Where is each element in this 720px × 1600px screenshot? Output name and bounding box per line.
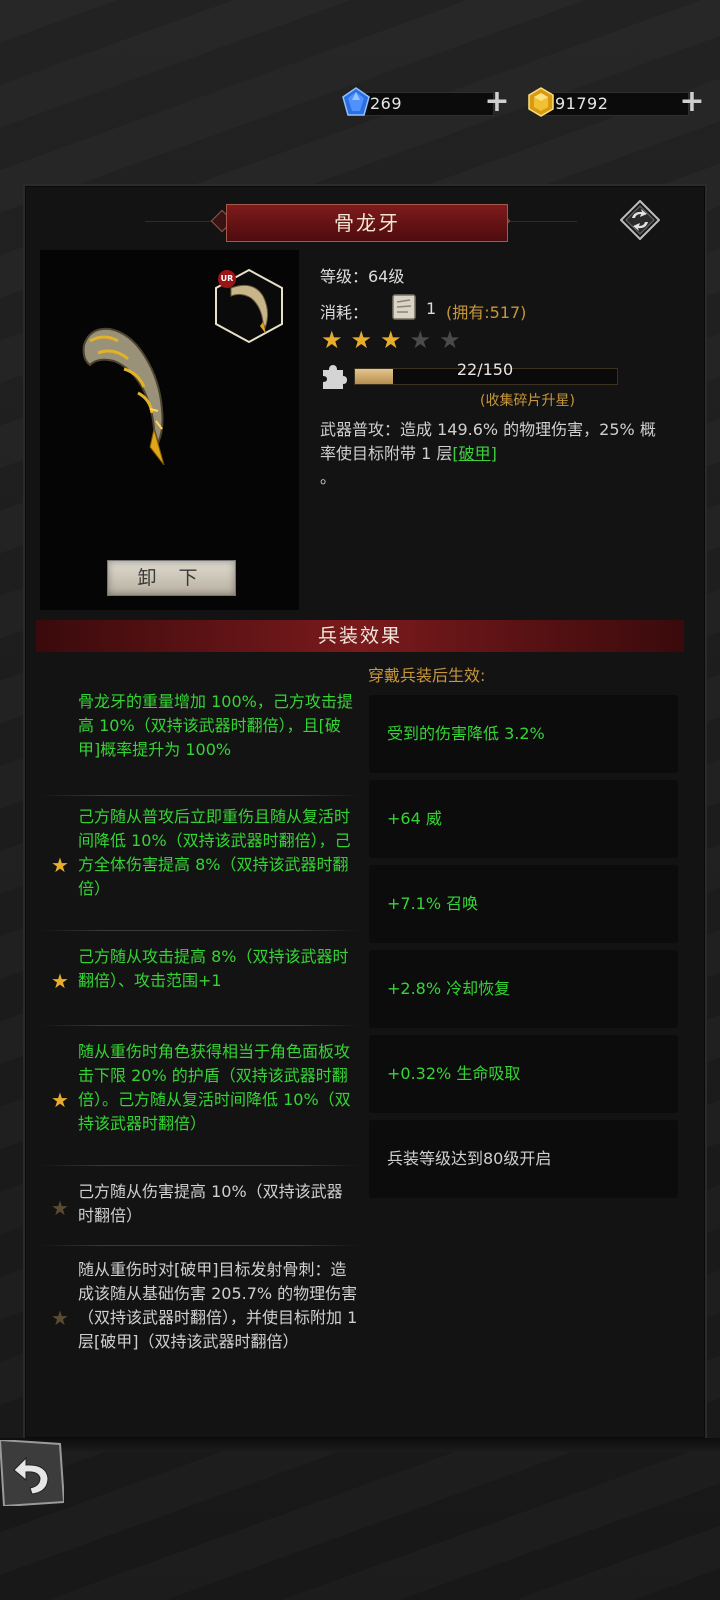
wear-stat-row: +64 威 xyxy=(369,780,678,858)
star-filled-icon: ★ xyxy=(51,969,69,993)
swap-weapon-icon[interactable] xyxy=(620,200,660,240)
bone-dragon-fang-image xyxy=(82,327,165,465)
cost-label: 消耗： xyxy=(320,303,369,322)
scroll-material-icon xyxy=(392,294,416,320)
wear-stat-row: 兵装等级达到80级开启 xyxy=(369,1120,678,1198)
cost-owned: (拥有:517) xyxy=(446,303,527,322)
effect-item: 己方随从伤害提高 10%（双持该武器时翻倍） ★ xyxy=(42,1180,362,1228)
effect-item: 己方随从普攻后立即重伤且随从复活时间降低 10%（双持该武器时翻倍），己方全体伤… xyxy=(42,805,362,925)
gem-currency: 269 + xyxy=(340,87,510,117)
effect-text: 随从重伤时对[破甲]目标发射骨刺：造成该随从基础伤害 205.7% 的物理伤害（… xyxy=(78,1260,358,1351)
wear-stat-text: +7.1% 召唤 xyxy=(387,894,479,913)
wear-stat-row: +0.32% 生命吸取 xyxy=(369,1035,678,1113)
wear-stat-text: 受到的伤害降低 3.2% xyxy=(387,724,545,743)
effect-separator xyxy=(40,930,360,931)
wear-stat-text: +0.32% 生命吸取 xyxy=(387,1064,521,1083)
effect-item: 骨龙牙的重量增加 100%，己方攻击提高 10%（双持该武器时翻倍），且[破甲]… xyxy=(42,690,362,786)
add-gem-button[interactable]: + xyxy=(484,87,510,117)
gold-amount: 91792 xyxy=(555,93,609,113)
gold-currency: 91792 + xyxy=(525,87,705,117)
star-filled-icon: ★ xyxy=(51,1088,69,1112)
fragment-progress-text: 22/150 xyxy=(456,360,514,379)
effect-text: 己方随从普攻后立即重伤且随从复活时间降低 10%（双持该武器时翻倍），己方全体伤… xyxy=(78,807,351,898)
fragment-puzzle-icon xyxy=(323,365,347,389)
effect-text: 骨龙牙的重量增加 100%，己方攻击提高 10%（双持该武器时翻倍），且[破甲]… xyxy=(78,692,353,759)
effect-text: 己方随从伤害提高 10%（双持该武器时翻倍） xyxy=(78,1182,343,1225)
effect-item: 随从重伤时角色获得相当于角色面板攻击下限 20% 的护盾（双持该武器时翻倍）。己… xyxy=(42,1040,362,1160)
effect-item: 随从重伤时对[破甲]目标发射骨刺：造成该随从基础伤害 205.7% 的物理伤害（… xyxy=(42,1258,362,1378)
star-empty-icon: ★ xyxy=(409,326,432,354)
fragment-hint: (收集碎片升星) xyxy=(480,393,575,409)
star-dim-icon: ★ xyxy=(51,1306,69,1330)
star-filled-icon: ★ xyxy=(380,326,402,354)
effects-header: 兵装效果 xyxy=(36,620,684,652)
gold-gem-icon xyxy=(528,87,554,117)
effect-item: 己方随从攻击提高 8%（双持该武器时翻倍）、攻击范围+1 ★ xyxy=(42,945,362,1017)
desc-end: 。 xyxy=(320,468,337,487)
wear-stat-row: +2.8% 冷却恢复 xyxy=(369,950,678,1028)
item-title: 骨龙牙 xyxy=(226,204,508,242)
star-filled-icon: ★ xyxy=(51,853,69,877)
wear-stat-text: +64 威 xyxy=(387,809,442,828)
wear-stat-row: 受到的伤害降低 3.2% xyxy=(369,695,678,773)
star-dim-icon: ★ xyxy=(51,1196,69,1220)
add-gold-button[interactable]: + xyxy=(679,87,705,117)
weapon-attack-description: 武器普攻：造成 149.6% 的物理伤害，25% 概率使目标附带 1 层[破甲]… xyxy=(320,418,670,490)
unequip-button[interactable]: 卸 下 xyxy=(107,560,236,596)
gem-amount: 269 xyxy=(370,93,403,113)
star-filled-icon: ★ xyxy=(350,326,373,354)
cost-amount: 1 xyxy=(426,299,437,318)
item-level: 等级：64级 xyxy=(320,267,405,286)
rarity-badge: UR xyxy=(218,270,236,288)
effect-separator xyxy=(40,795,360,796)
bottom-border xyxy=(0,1438,720,1452)
title-line-right xyxy=(507,221,577,222)
star-rating: ★ ★ ★ ★ ★ xyxy=(321,328,461,352)
blue-gem-icon xyxy=(342,87,370,116)
effect-text: 己方随从攻击提高 8%（双持该武器时翻倍）、攻击范围+1 xyxy=(78,947,349,990)
effect-text: 随从重伤时角色获得相当于角色面板攻击下限 20% 的护盾（双持该武器时翻倍）。己… xyxy=(78,1042,351,1133)
effect-separator xyxy=(40,1025,360,1026)
star-filled-icon: ★ xyxy=(321,326,343,354)
wear-stat-row: +7.1% 召唤 xyxy=(369,865,678,943)
wear-effects-title: 穿戴兵装后生效: xyxy=(368,666,486,685)
effect-separator xyxy=(40,1165,360,1166)
armor-break-link[interactable]: [破甲] xyxy=(452,444,497,463)
star-empty-icon: ★ xyxy=(439,326,461,354)
back-button-icon[interactable] xyxy=(0,1440,64,1506)
wear-stat-text: 兵装等级达到80级开启 xyxy=(387,1149,552,1168)
effect-separator xyxy=(40,1245,360,1246)
wear-stat-text: +2.8% 冷却恢复 xyxy=(387,979,511,998)
